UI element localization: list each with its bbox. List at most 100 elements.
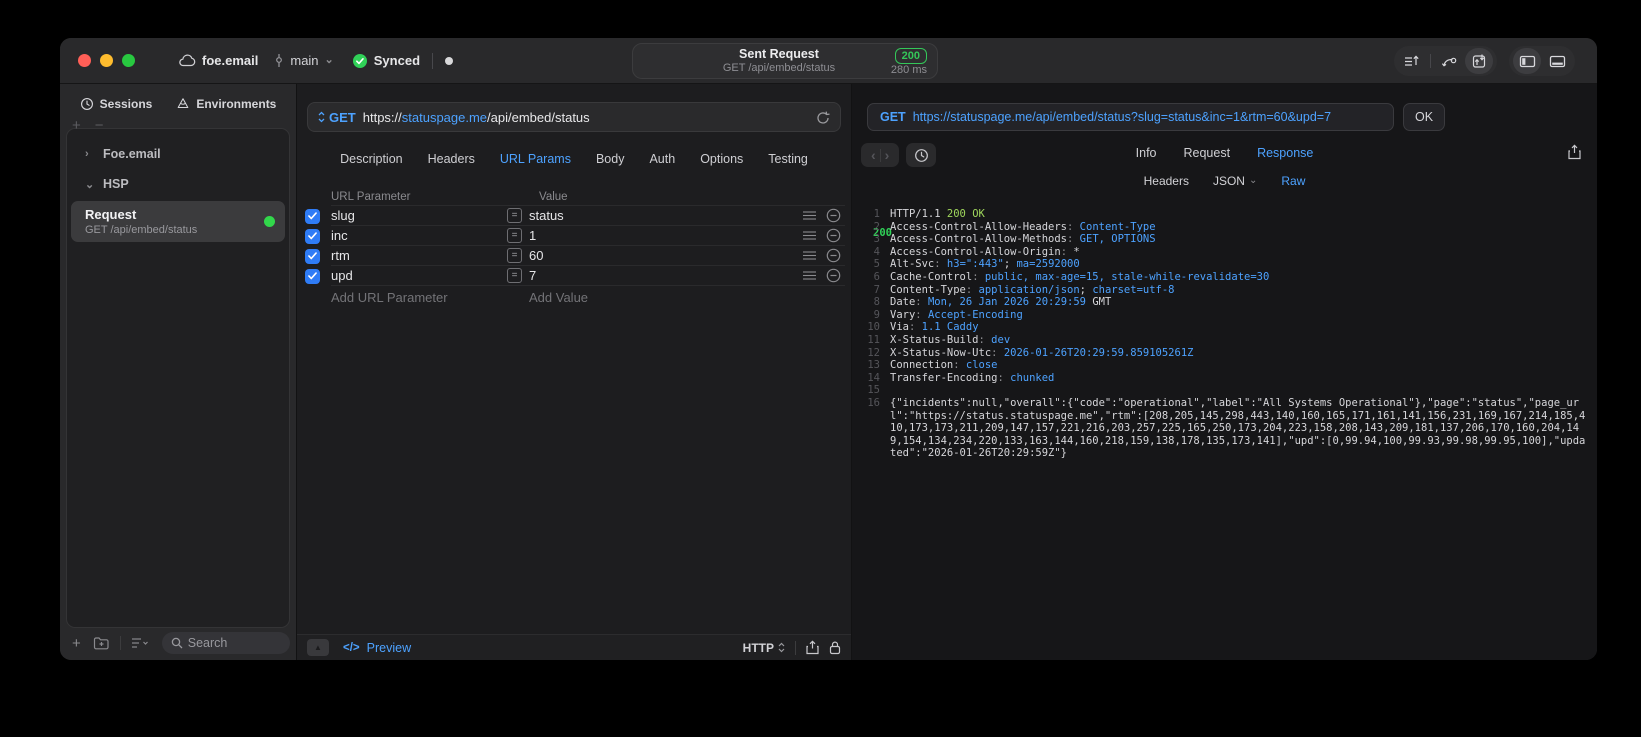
tab-url-params[interactable]: URL Params (500, 152, 571, 166)
method-stepper-icon[interactable] (318, 111, 325, 123)
sidebar-tab-environments[interactable]: Environments (176, 97, 276, 111)
collapse-panel-button[interactable]: ▲ (307, 639, 329, 656)
lock-icon (829, 641, 841, 655)
tab-description[interactable]: Description (340, 152, 403, 166)
request-summary-title: Sent Request (739, 47, 819, 61)
toggle-sidebar-button[interactable] (1513, 48, 1541, 74)
add-param-row[interactable]: Add URL Parameter Add Value (331, 286, 845, 308)
drag-handle-icon[interactable] (803, 231, 816, 240)
request-url-bar[interactable]: GET https://statuspage.me/api/embed/stat… (307, 102, 841, 132)
cloud-icon (179, 54, 196, 67)
request-method[interactable]: GET (329, 110, 356, 125)
protocol-selector[interactable]: HTTP (743, 641, 785, 655)
tab-body[interactable]: Body (596, 152, 625, 166)
drag-handle-icon[interactable] (803, 211, 816, 220)
drag-handle-icon[interactable] (803, 251, 816, 260)
chevron-down-icon: ⌄ (85, 178, 95, 191)
response-status-box: 200 OK (873, 103, 1446, 239)
response-subtab-headers[interactable]: Headers (1144, 174, 1189, 188)
add-session-button[interactable]: + (72, 118, 81, 133)
line-text: Transfer-Encoding: chunked (890, 371, 1055, 384)
lock-button[interactable] (829, 640, 841, 655)
new-folder-button[interactable] (93, 636, 110, 650)
sidebar-item-request[interactable]: Request GET /api/embed/status (71, 201, 285, 242)
layout-sidebar-icon (1519, 55, 1535, 67)
send-refresh-button[interactable] (816, 110, 830, 125)
url-path: /api/embed/status (487, 109, 590, 125)
branch-selector[interactable]: main ⌄ (274, 53, 334, 68)
group-separator (1430, 54, 1431, 68)
column-header-name: URL Parameter (331, 190, 411, 203)
param-name-field[interactable]: slug (331, 208, 507, 223)
sort-filter-button[interactable] (131, 637, 150, 649)
request-editor-footer: ▲ </> Preview HTTP (297, 634, 851, 660)
response-subtab-raw[interactable]: Raw (1281, 174, 1305, 188)
param-enabled-checkbox[interactable] (305, 208, 320, 224)
param-enabled-checkbox[interactable] (305, 228, 320, 244)
remove-param-button[interactable] (826, 228, 841, 243)
sidebar-tab-sessions[interactable]: Sessions (80, 97, 152, 111)
remove-param-button[interactable] (826, 208, 841, 223)
param-name-field[interactable]: rtm (331, 248, 507, 263)
param-enabled-checkbox[interactable] (305, 268, 320, 284)
remove-session-button[interactable]: − (95, 118, 104, 133)
add-param-name-placeholder[interactable]: Add URL Parameter (331, 290, 529, 305)
response-line: 7 Content-Type: application/json; charset… (858, 284, 1587, 297)
add-param-value-placeholder[interactable]: Add Value (529, 290, 588, 305)
sort-export-button[interactable] (1398, 48, 1426, 74)
chevron-down-icon: ⌄ (324, 54, 334, 66)
response-tab-response[interactable]: Response (1257, 146, 1313, 160)
drag-handle-icon[interactable] (803, 271, 816, 280)
sidebar-search[interactable]: Search (161, 632, 290, 654)
line-number: 15 (867, 384, 880, 397)
workspace-menu[interactable]: foe.email (179, 53, 258, 68)
sidebar-folder-hsp[interactable]: ⌄ HSP (67, 169, 289, 199)
close-window-button[interactable] (78, 54, 91, 67)
tab-headers[interactable]: Headers (428, 152, 475, 166)
share-button[interactable] (806, 640, 819, 655)
tab-auth[interactable]: Auth (649, 152, 675, 166)
import-export-button[interactable] (1465, 48, 1493, 74)
toggle-bottom-panel-button[interactable] (1543, 48, 1571, 74)
minimize-window-button[interactable] (100, 54, 113, 67)
response-tab-info[interactable]: Info (1136, 146, 1157, 160)
line-text (890, 384, 1587, 397)
param-enabled-checkbox[interactable] (305, 248, 320, 264)
stepper-icon (778, 642, 785, 653)
request-item-subtitle: GET /api/embed/status (85, 224, 198, 236)
add-request-button[interactable]: + (72, 635, 81, 652)
remove-param-button[interactable] (826, 248, 841, 263)
response-line: 8 Date: Mon, 26 Jan 2026 20:29:59 GMT (858, 296, 1587, 309)
response-subtab-json[interactable]: JSON ⌄ (1213, 174, 1257, 188)
param-name-field[interactable]: upd (331, 268, 507, 283)
param-value-field[interactable]: 1 (529, 228, 803, 243)
param-value-field[interactable]: status (529, 208, 803, 223)
line-number: 14 (867, 371, 880, 384)
request-duration: 280 ms (890, 63, 927, 76)
param-value-field[interactable]: 7 (529, 268, 803, 283)
param-value-field[interactable]: 60 (529, 248, 803, 263)
zoom-window-button[interactable] (122, 54, 135, 67)
request-summary-pill[interactable]: Sent Request GET /api/embed/status 200 2… (632, 43, 938, 79)
tab-options[interactable]: Options (700, 152, 743, 166)
line-text: Connection: close (890, 359, 998, 372)
line-text: Via: 1.1 Caddy (890, 321, 979, 334)
param-name-field[interactable]: inc (331, 228, 507, 243)
environments-icon (176, 97, 190, 111)
preview-button[interactable]: </> Preview (343, 641, 411, 655)
sync-status[interactable]: Synced (352, 53, 420, 69)
line-text: {"incidents":null,"overall":{"code":"ope… (890, 396, 1586, 460)
export-response-button[interactable] (1568, 144, 1581, 160)
list-export-icon (1405, 55, 1419, 66)
sidebar-folder-foe-email[interactable]: › Foe.email (67, 139, 289, 169)
remove-param-button[interactable] (826, 268, 841, 283)
tab-testing[interactable]: Testing (768, 152, 808, 166)
merge-branch-button[interactable] (1435, 48, 1463, 74)
sent-request-url: GET https://statuspage.me/api/embed/stat… (867, 103, 1394, 131)
response-line: 16 {"incidents":null,"overall":{"code":"o… (858, 397, 1587, 460)
sent-request-url-text: https://statuspage.me/api/embed/status?s… (912, 110, 1332, 124)
line-text: X-Status-Build: dev (890, 333, 1011, 346)
response-request-line: GET https://statuspage.me/api/embed/stat… (867, 103, 1585, 239)
param-row: slug = status (305, 206, 845, 226)
response-tab-request[interactable]: Request (1184, 146, 1231, 160)
